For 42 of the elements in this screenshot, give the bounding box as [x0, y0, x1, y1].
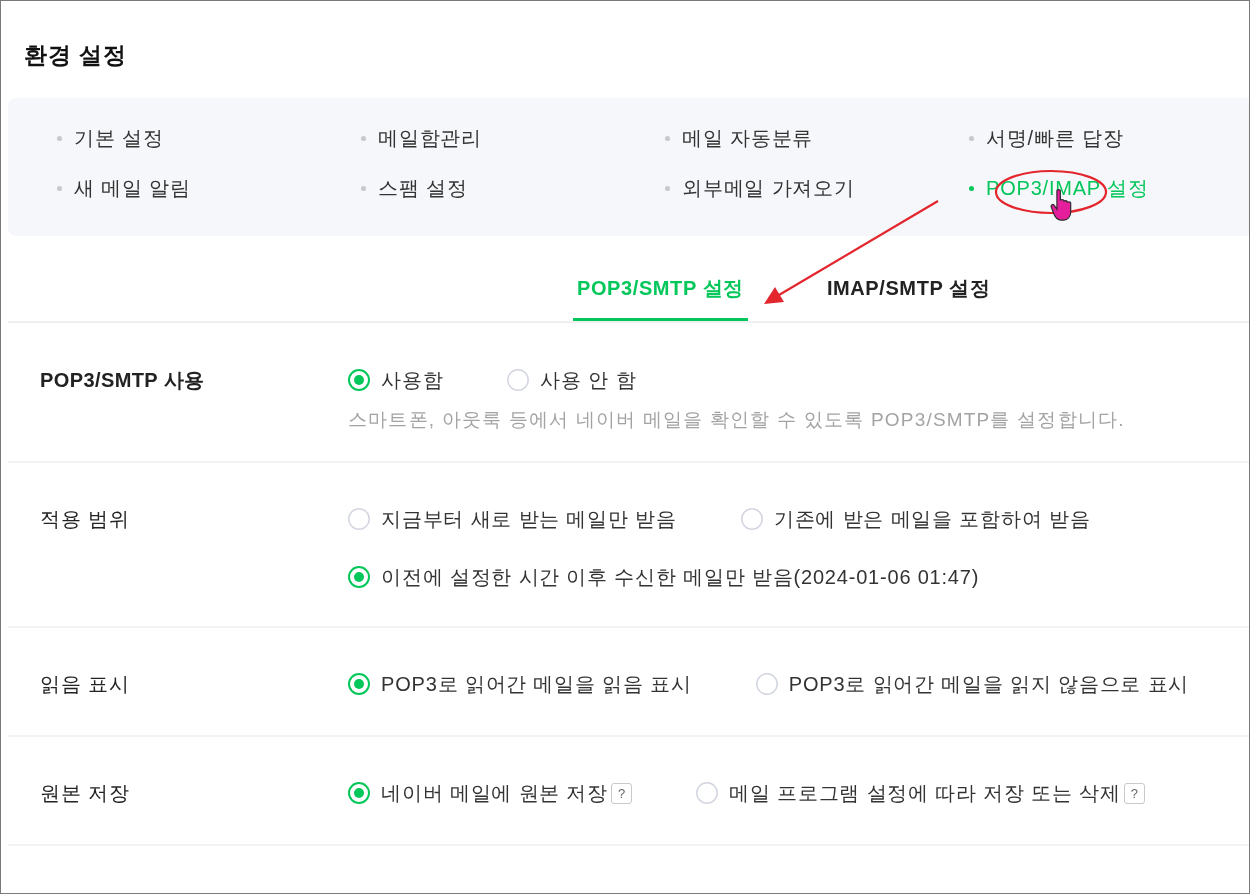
- option-label: 사용함: [381, 368, 444, 392]
- settings-menu-link[interactable]: 메일 자동분류: [665, 126, 814, 150]
- option-label: 이전에 설정한 시간 이후 수신한 메일만 받음(2024-01-06 01:47): [381, 565, 980, 589]
- radio-button[interactable]: [348, 369, 370, 391]
- option-label: POP3로 읽어간 메일을 읽음 표시: [381, 672, 692, 696]
- settings-menu-link[interactable]: 서명/빠른 답장: [969, 126, 1124, 150]
- radio-button[interactable]: [696, 782, 719, 804]
- bullet-icon: [665, 135, 670, 141]
- radio-button[interactable]: [755, 673, 778, 695]
- setting-label: POP3/SMTP 사용: [40, 369, 205, 391]
- help-button[interactable]: ?: [1123, 782, 1145, 804]
- tab[interactable]: IMAP/SMTP 설정: [822, 276, 995, 321]
- settings-menu-link[interactable]: 외부메일 가져오기: [665, 176, 855, 200]
- bullet-icon: [57, 135, 62, 141]
- bullet-icon: [969, 185, 974, 191]
- page-title: 환경 설정: [24, 41, 128, 70]
- help-button[interactable]: ?: [611, 782, 633, 804]
- radio-button[interactable]: [348, 566, 370, 588]
- option-label: 메일 프로그램 설정에 따라 저장 또는 삭제: [729, 781, 1121, 805]
- settings-menu-link[interactable]: 기본 설정: [57, 126, 164, 150]
- option-label: 사용 안 함: [540, 368, 637, 392]
- radio-button[interactable]: [740, 508, 763, 530]
- bullet-icon: [969, 135, 974, 141]
- option-label: 네이버 메일에 원본 저장: [381, 781, 609, 805]
- setting-description: 스마트폰, 아웃룩 등에서 네이버 메일을 확인할 수 있도록 POP3/SMTP를 설정합니다.: [348, 408, 1125, 432]
- radio-button[interactable]: [348, 508, 370, 530]
- bullet-icon: [57, 185, 62, 191]
- settings-menu-link[interactable]: 스팸 설정: [361, 176, 468, 200]
- bullet-icon: [361, 135, 366, 141]
- option-label: POP3로 읽어간 메일을 읽지 않음으로 표시: [788, 672, 1190, 696]
- bullet-icon: [361, 185, 366, 191]
- bullet-icon: [665, 185, 670, 191]
- option-label: 지금부터 새로 받는 메일만 받음: [381, 507, 677, 531]
- radio-button[interactable]: [507, 369, 530, 391]
- option-label: 기존에 받은 메일을 포함하여 받음: [773, 507, 1091, 531]
- radio-button[interactable]: [348, 673, 370, 695]
- settings-menu-link[interactable]: 메일함관리: [361, 126, 482, 150]
- setting-label: 읽음 표시: [40, 673, 130, 695]
- settings-menu-link[interactable]: 새 메일 알림: [57, 176, 191, 200]
- setting-label: 적용 범위: [40, 508, 130, 530]
- setting-label: 원본 저장: [40, 782, 130, 804]
- radio-button[interactable]: [348, 782, 370, 804]
